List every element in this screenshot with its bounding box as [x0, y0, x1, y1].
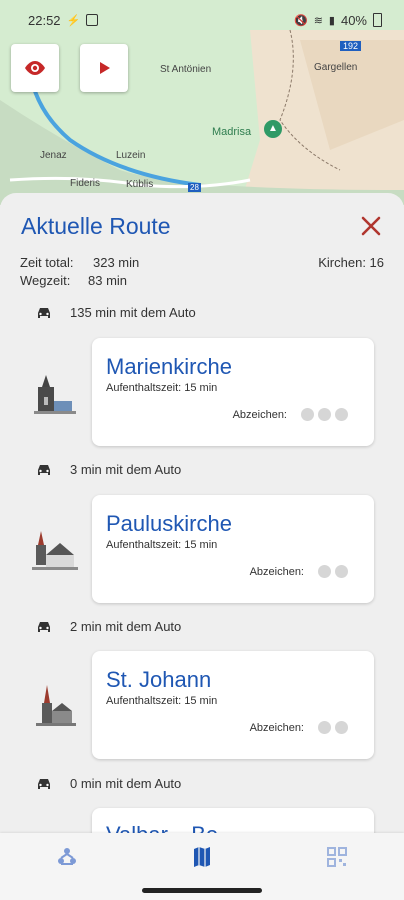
badge-dot — [301, 408, 314, 421]
travel-leg: 3 min mit dem Auto — [36, 462, 181, 477]
badge-dot — [318, 565, 331, 578]
travel-leg-text: 3 min mit dem Auto — [70, 462, 182, 477]
church-network-icon — [58, 848, 77, 865]
map-label-jenaz: Jenaz — [40, 150, 67, 161]
badge-dot — [335, 565, 348, 578]
status-bar: 22:52 ⚡ 🔇 ≋ ▮ 40% — [0, 0, 404, 40]
route-sheet[interactable]: Aktuelle Route Zeit total: 323 min Wegze… — [0, 193, 404, 833]
map-label-gargellen: Gargellen — [314, 62, 358, 73]
sheet-title: Aktuelle Route — [21, 213, 171, 239]
gallery-icon — [86, 14, 99, 26]
nav-qr-button[interactable] — [317, 837, 357, 877]
mute-icon: 🔇 — [293, 14, 308, 27]
home-indicator[interactable] — [142, 888, 262, 893]
stop-card[interactable]: Pauluskirche Aufenthaltszeit: 15 min Abz… — [92, 495, 374, 603]
stop-stay-time: Aufenthaltszeit: 15 min — [106, 695, 218, 707]
stop-card[interactable]: Valbar... Be... — [92, 808, 374, 833]
road-shield-28: 28 — [188, 183, 201, 192]
travel-leg: 0 min mit dem Auto — [36, 776, 181, 791]
badges-label: Abzeichen: — [232, 408, 287, 421]
battery-icon — [373, 13, 382, 27]
badges: Abzeichen: — [250, 721, 348, 734]
walk-time-value: 83 min — [88, 273, 128, 288]
badge-dot — [318, 408, 331, 421]
stop-card[interactable]: St. Johann Aufenthaltszeit: 15 min Abzei… — [92, 651, 374, 759]
wifi-icon: ≋ — [313, 14, 323, 27]
qr-code-icon — [326, 847, 347, 867]
start-navigation-button[interactable] — [80, 44, 128, 92]
nav-churches-button[interactable] — [47, 837, 87, 877]
close-icon — [361, 216, 381, 236]
church-icon — [32, 531, 78, 570]
badges: Abzeichen: — [233, 408, 348, 421]
stop-stay-time: Aufenthaltszeit: 15 min — [106, 539, 218, 551]
nav-map-button[interactable] — [182, 837, 222, 877]
stop-name: Valbar... Be... — [106, 822, 236, 833]
badges-label: Abzeichen: — [249, 721, 304, 734]
map-icon — [193, 847, 210, 867]
car-icon — [38, 464, 50, 475]
toggle-visibility-button[interactable] — [11, 44, 59, 92]
map-label-luzein: Luzein — [116, 150, 146, 161]
travel-leg-text: 0 min mit dem Auto — [70, 776, 182, 791]
badge-dot — [335, 408, 348, 421]
map-label-fideris: Fideris — [70, 178, 101, 189]
travel-leg: 135 min mit dem Auto — [36, 305, 196, 320]
stop-name: Pauluskirche — [106, 511, 232, 536]
eye-icon — [25, 61, 45, 75]
badges-label: Abzeichen: — [249, 565, 304, 578]
stop-name: Marienkirche — [106, 354, 232, 379]
church-count: Kirchen: 16 — [318, 255, 384, 270]
travel-leg-text: 135 min mit dem Auto — [70, 305, 196, 320]
total-time-value: 323 min — [93, 255, 140, 270]
signal-icon: ▮ — [328, 14, 335, 27]
badge-dot — [318, 721, 331, 734]
road-shield-192: 192 — [340, 41, 362, 51]
car-icon — [38, 778, 50, 789]
map-label-madrisa: Madrisa — [212, 126, 252, 138]
car-icon — [38, 621, 50, 632]
badge-dot — [335, 721, 348, 734]
stop-name: St. Johann — [106, 667, 212, 692]
walk-time-label: Wegzeit: — [20, 273, 71, 288]
notification-icon: ⚡ — [66, 14, 81, 27]
church-icon — [36, 685, 76, 726]
mountain-peak-icon: ▲ — [264, 120, 282, 138]
map-label-st-antonien: St Antönien — [160, 64, 212, 75]
total-time-label: Zeit total: — [20, 255, 74, 270]
close-button[interactable] — [360, 215, 382, 237]
travel-leg: 2 min mit dem Auto — [36, 619, 181, 634]
car-icon — [38, 307, 50, 318]
stop-stay-time: Aufenthaltszeit: 15 min — [106, 382, 218, 394]
stop-card[interactable]: Marienkirche Aufenthaltszeit: 15 min Abz… — [92, 338, 374, 446]
travel-leg-text: 2 min mit dem Auto — [70, 619, 182, 634]
bottom-navigation — [0, 833, 404, 881]
gesture-bar — [0, 881, 404, 900]
play-icon — [100, 62, 110, 74]
badges: Abzeichen: — [250, 565, 348, 578]
status-time: 22:52 — [28, 12, 61, 28]
church-icon — [34, 375, 76, 414]
battery-percent: 40% — [340, 12, 367, 28]
map-label-kublis: Küblis — [126, 179, 154, 190]
